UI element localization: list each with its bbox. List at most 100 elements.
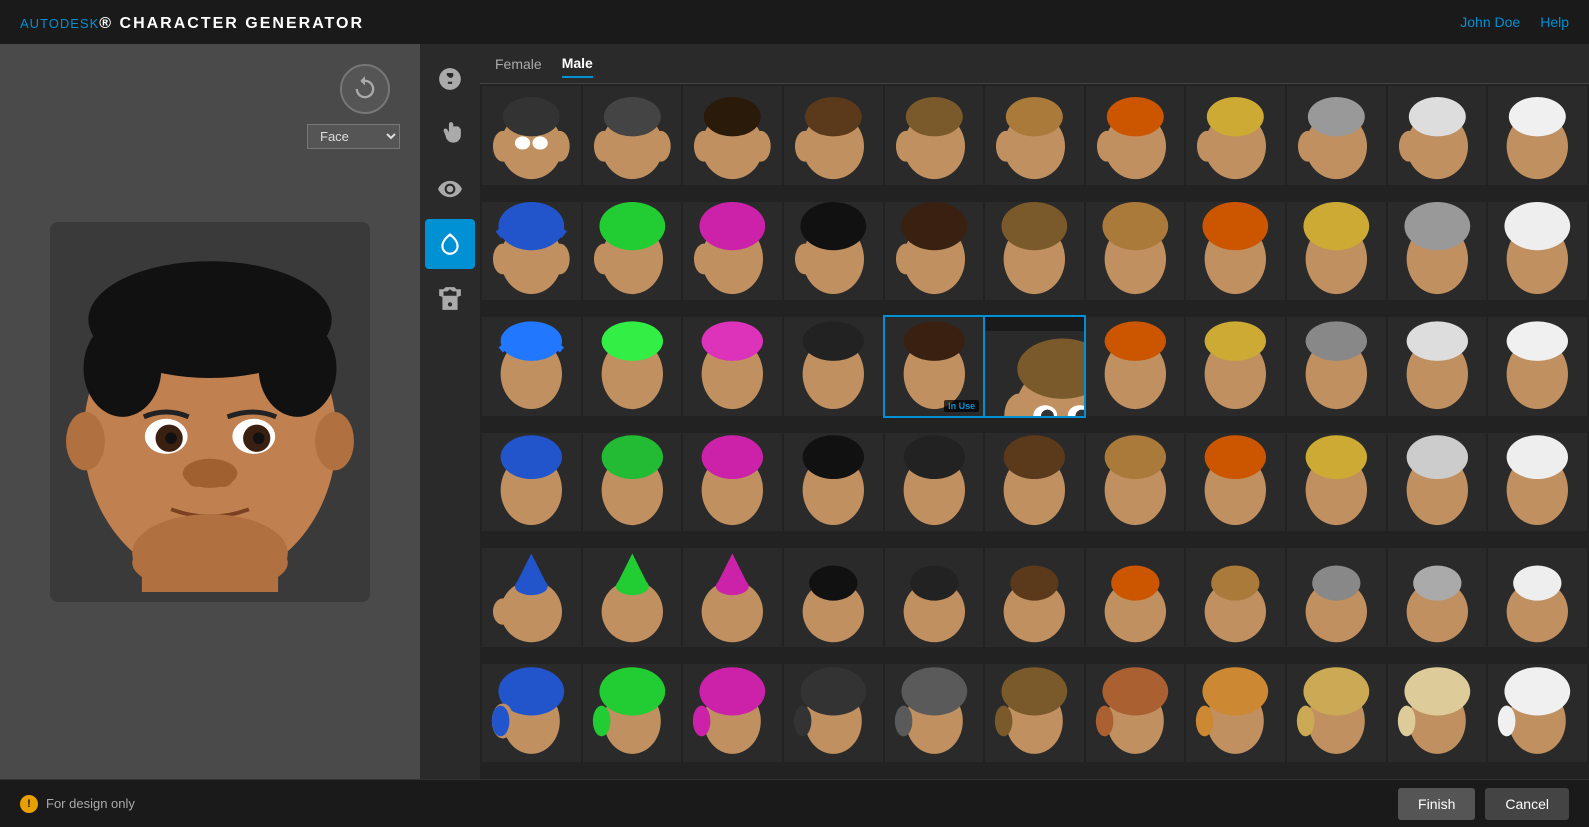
main-area: Face Head Full Body [0,44,1589,779]
preview-pane: Face Head Full Body [0,44,420,779]
hair-cell-r1c5[interactable] [885,86,984,185]
bottom-bar: ! For design only Finish Cancel [0,779,1589,827]
hair-cell-r4c11[interactable] [1488,433,1587,532]
sidebar-item-hair[interactable] [425,219,475,269]
sidebar-item-face[interactable] [425,54,475,104]
hair-cell-r3c10[interactable] [1388,317,1487,416]
hair-cell-r3c5[interactable]: In Use [885,317,984,416]
user-area: John Doe Help [1460,14,1569,30]
face-icon [437,66,463,92]
hair-cell-r3c6[interactable]: Zoom [985,317,1084,416]
hair-cell-r5c6[interactable] [985,548,1084,647]
hair-cell-r3c11[interactable] [1488,317,1587,416]
hair-cell-r6c5[interactable] [885,664,984,763]
face-dropdown-select[interactable]: Face Head Full Body [307,124,400,149]
zoom-popup-header: Zoom [985,317,1084,331]
face-dropdown-container: Face Head Full Body [307,124,400,149]
hair-cell-r3c3[interactable] [683,317,782,416]
hair-cell-r1c10[interactable] [1388,86,1487,185]
user-name[interactable]: John Doe [1460,14,1520,30]
hair-cell-r1c4[interactable] [784,86,883,185]
hair-cell-r4c8[interactable] [1186,433,1285,532]
hair-cell-r5c2[interactable] [583,548,682,647]
app-title: ® CHARACTER GENERATOR [99,15,364,32]
hair-cell-r6c2[interactable] [583,664,682,763]
hair-cell-r1c3[interactable] [683,86,782,185]
hair-cell-r2c10[interactable] [1388,202,1487,301]
hair-cell-r5c8[interactable] [1186,548,1285,647]
sidebar-item-hands[interactable] [425,109,475,159]
finish-button[interactable]: Finish [1398,788,1475,820]
sidebar-item-clothes[interactable] [425,274,475,324]
hair-cell-r6c1[interactable] [482,664,581,763]
hair-cell-r2c2[interactable] [583,202,682,301]
hair-grid: In Use Zoom [480,84,1589,779]
clothes-icon [437,286,463,312]
hair-cell-r5c11[interactable] [1488,548,1587,647]
hands-icon [437,121,463,147]
hair-cell-r1c2[interactable] [583,86,682,185]
hair-cell-r4c6[interactable] [985,433,1084,532]
sidebar-item-eye[interactable] [425,164,475,214]
zoom-popup-preview [985,331,1084,416]
hair-cell-r5c5[interactable] [885,548,984,647]
zoom-face-svg [985,331,1084,416]
hair-cell-r2c7[interactable] [1086,202,1185,301]
hair-cell-r5c4[interactable] [784,548,883,647]
help-link[interactable]: Help [1540,14,1569,30]
hair-cell-r5c9[interactable] [1287,548,1386,647]
hair-icon [437,231,463,257]
hair-cell-r4c2[interactable] [583,433,682,532]
hair-cell-r5c7[interactable] [1086,548,1185,647]
hair-cell-r5c10[interactable] [1388,548,1487,647]
hair-cell-r6c6[interactable] [985,664,1084,763]
hair-cell-r6c10[interactable] [1388,664,1487,763]
hair-cell-r1c1[interactable] [482,86,581,185]
hair-cell-r6c4[interactable] [784,664,883,763]
hair-cell-r6c3[interactable] [683,664,782,763]
hair-cell-r4c10[interactable] [1388,433,1487,532]
hair-cell-r4c3[interactable] [683,433,782,532]
hair-cell-r5c3[interactable] [683,548,782,647]
hair-cell-r3c9[interactable] [1287,317,1386,416]
hair-cell-r4c4[interactable] [784,433,883,532]
hair-cell-r6c7[interactable] [1086,664,1185,763]
nav-controls [340,64,390,114]
hair-cell-r3c7[interactable] [1086,317,1185,416]
hair-cell-r3c2[interactable] [583,317,682,416]
cancel-button[interactable]: Cancel [1485,788,1569,820]
hair-cell-r4c1[interactable] [482,433,581,532]
hair-cell-r4c7[interactable] [1086,433,1185,532]
hair-cell-r1c11[interactable] [1488,86,1587,185]
hair-cell-r2c8[interactable] [1186,202,1285,301]
hair-cell-r6c11[interactable] [1488,664,1587,763]
nav-rotate-button[interactable] [340,64,390,114]
hair-cell-r2c11[interactable] [1488,202,1587,301]
hair-cell-r3c1[interactable] [482,317,581,416]
hair-cell-r2c4[interactable] [784,202,883,301]
tab-male[interactable]: Male [562,50,593,78]
hair-cell-r1c6[interactable] [985,86,1084,185]
design-notice-text: For design only [46,796,135,811]
hair-cell-r1c9[interactable] [1287,86,1386,185]
hair-cell-r1c7[interactable] [1086,86,1185,185]
hair-cell-r4c5[interactable] [885,433,984,532]
hair-cell-r2c9[interactable] [1287,202,1386,301]
rotate-icon [351,75,379,103]
hair-cell-r5c1[interactable] [482,548,581,647]
hair-cell-r2c3[interactable] [683,202,782,301]
hair-cell-r3c8[interactable] [1186,317,1285,416]
in-use-badge: In Use [944,400,979,412]
hair-cell-r6c9[interactable] [1287,664,1386,763]
tab-female[interactable]: Female [495,51,542,77]
hair-cell-r2c1[interactable] [482,202,581,301]
hair-cell-r4c9[interactable] [1287,433,1386,532]
warning-icon: ! [20,795,38,813]
gender-tabs: Female Male [480,44,1589,84]
topbar: AUTODESK® CHARACTER GENERATOR John Doe H… [0,0,1589,44]
hair-cell-r6c8[interactable] [1186,664,1285,763]
hair-cell-r1c8[interactable] [1186,86,1285,185]
hair-cell-r3c4[interactable] [784,317,883,416]
hair-cell-r2c5[interactable] [885,202,984,301]
hair-cell-r2c6[interactable] [985,202,1084,301]
